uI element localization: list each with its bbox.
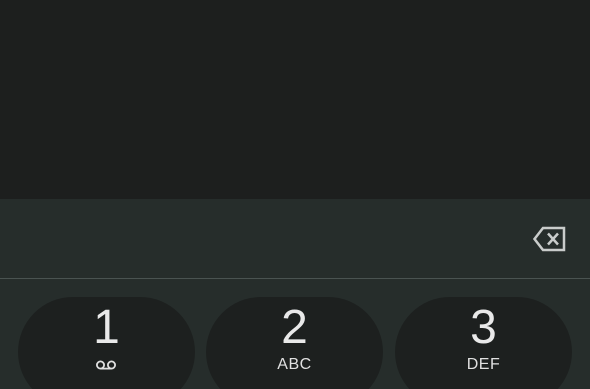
dialpad-key-3[interactable]: 3 DEF [395, 297, 572, 389]
phone-number-field[interactable] [20, 219, 510, 259]
key-letters: ABC [277, 356, 312, 373]
voicemail-icon [96, 360, 116, 370]
key-digit: 2 [281, 301, 308, 354]
divider [0, 278, 590, 279]
backspace-icon [533, 226, 566, 252]
key-letters: DEF [466, 356, 501, 373]
dialer-screen: 1 2 ABC 3 DEF [0, 0, 590, 389]
dialpad-key-2[interactable]: 2 ABC [206, 297, 383, 389]
dialpad-panel: 1 2 ABC 3 DEF [0, 199, 590, 389]
number-entry-bar [0, 199, 590, 278]
backspace-button[interactable] [528, 221, 572, 257]
call-history-area [0, 0, 590, 199]
key-digit: 3 [470, 301, 497, 354]
key-digit: 1 [93, 301, 120, 354]
dialpad-key-1[interactable]: 1 [18, 297, 195, 389]
